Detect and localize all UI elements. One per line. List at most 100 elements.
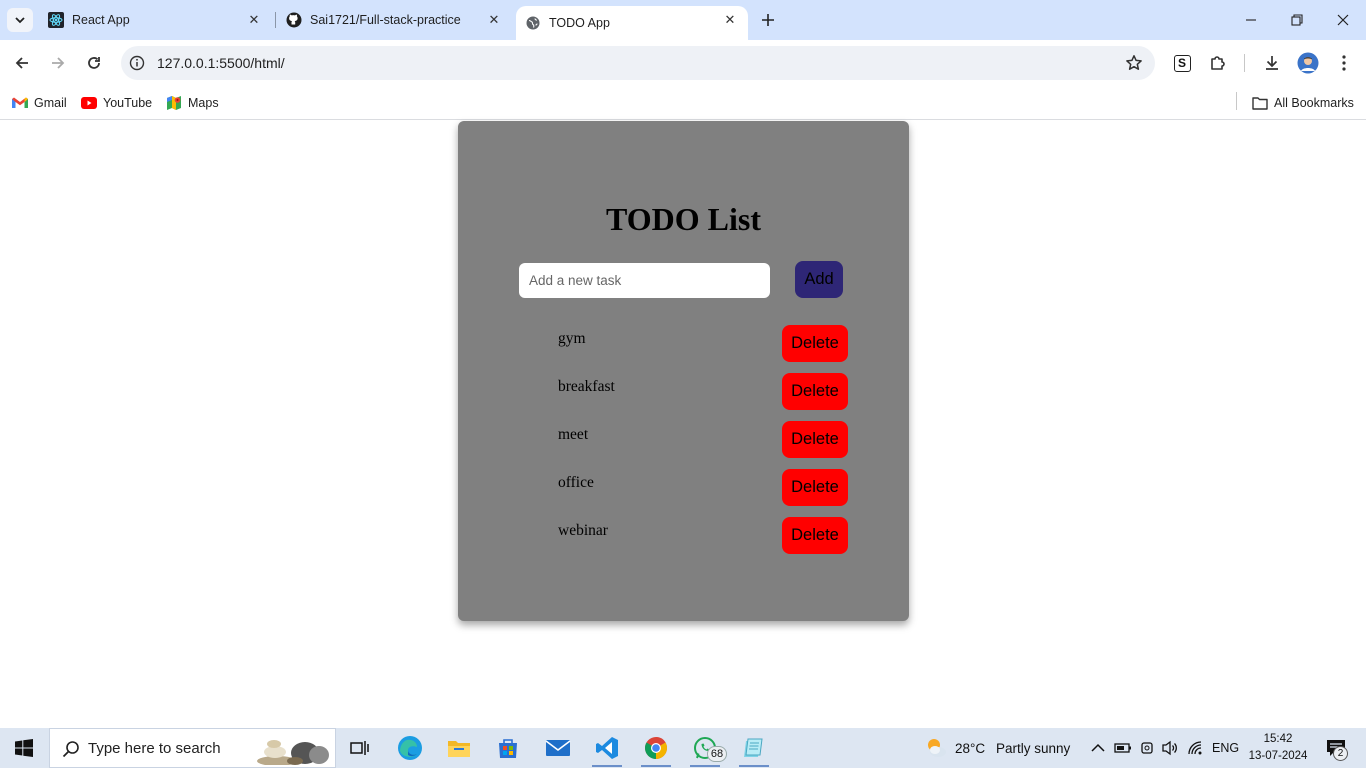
bookmark-gmail[interactable]: Gmail bbox=[12, 93, 67, 113]
globe-icon bbox=[525, 15, 541, 31]
volume-icon[interactable] bbox=[1161, 739, 1179, 757]
minimize-button[interactable] bbox=[1228, 0, 1274, 40]
show-hidden-icons-button[interactable] bbox=[1089, 739, 1107, 757]
extension-s-button[interactable]: S bbox=[1171, 52, 1193, 74]
site-info-icon[interactable] bbox=[129, 55, 145, 71]
search-icon bbox=[62, 741, 79, 758]
vscode-icon bbox=[596, 737, 618, 759]
task-item: office Delete bbox=[458, 469, 909, 506]
clock[interactable]: 15:42 13-07-2024 bbox=[1244, 731, 1312, 765]
bookmark-label: Maps bbox=[188, 96, 219, 110]
weather-temperature[interactable]: 28°C bbox=[955, 728, 985, 768]
todo-card: TODO List Add gym Delete breakfast Delet… bbox=[458, 121, 909, 621]
youtube-icon bbox=[81, 95, 97, 111]
delete-task-button[interactable]: Delete bbox=[782, 373, 848, 410]
taskbar-vscode[interactable] bbox=[584, 728, 630, 768]
puzzle-icon bbox=[1211, 56, 1225, 70]
close-icon bbox=[1337, 14, 1349, 26]
close-tab-icon[interactable]: ✕ bbox=[722, 12, 738, 28]
taskbar-mail[interactable] bbox=[535, 728, 581, 768]
task-label: webinar bbox=[558, 522, 608, 539]
chrome-menu-button[interactable] bbox=[1333, 52, 1355, 74]
delete-task-button[interactable]: Delete bbox=[782, 469, 848, 506]
search-placeholder: Type here to search bbox=[88, 740, 221, 757]
github-icon bbox=[286, 12, 302, 28]
task-item: breakfast Delete bbox=[458, 373, 909, 410]
notification-center-button[interactable]: 2 bbox=[1324, 736, 1348, 761]
new-tab-button[interactable] bbox=[758, 10, 778, 30]
tab-github[interactable]: Sai1721/Full-stack-practice ✕ bbox=[278, 0, 512, 40]
toolbar-divider bbox=[1244, 54, 1245, 72]
add-task-button[interactable]: Add bbox=[795, 261, 843, 298]
start-button[interactable] bbox=[0, 728, 48, 768]
close-tab-icon[interactable]: ✕ bbox=[486, 12, 502, 28]
reload-button[interactable] bbox=[82, 51, 106, 75]
taskbar-file-explorer[interactable] bbox=[436, 728, 482, 768]
reload-icon bbox=[88, 57, 100, 69]
arrow-right-icon bbox=[52, 57, 65, 69]
url-text[interactable]: 127.0.0.1:5500/html/ bbox=[157, 55, 285, 71]
bookmarks-divider bbox=[1236, 92, 1237, 110]
notification-badge: 68 bbox=[707, 746, 727, 762]
tab-todo-app[interactable]: TODO App ✕ bbox=[516, 6, 748, 40]
minimize-icon bbox=[1246, 19, 1256, 21]
tab-separator bbox=[275, 12, 276, 28]
taskbar-whatsapp[interactable]: 68 bbox=[682, 728, 728, 768]
bookmark-youtube[interactable]: YouTube bbox=[81, 93, 152, 113]
taskbar-edge[interactable] bbox=[387, 728, 433, 768]
bookmark-maps[interactable]: Maps bbox=[166, 93, 219, 113]
avatar-icon bbox=[1297, 52, 1319, 74]
input-language[interactable]: ENG bbox=[1212, 728, 1239, 768]
windows-taskbar: Type here to search 68 28°C Partly sunny bbox=[0, 728, 1366, 768]
close-window-button[interactable] bbox=[1320, 0, 1366, 40]
task-label: office bbox=[558, 474, 594, 491]
gmail-icon bbox=[12, 95, 28, 111]
edge-icon bbox=[398, 736, 422, 760]
restore-button[interactable] bbox=[1274, 0, 1320, 40]
task-item: meet Delete bbox=[458, 421, 909, 458]
maps-icon bbox=[166, 95, 182, 111]
taskbar-store[interactable] bbox=[485, 728, 531, 768]
delete-task-button[interactable]: Delete bbox=[782, 517, 848, 554]
taskbar-search-box[interactable]: Type here to search bbox=[49, 728, 336, 768]
chevron-down-icon bbox=[15, 17, 25, 24]
address-bar[interactable]: 127.0.0.1:5500/html/ bbox=[121, 46, 1155, 80]
notification-count-badge: 2 bbox=[1333, 746, 1348, 761]
delete-task-button[interactable]: Delete bbox=[782, 421, 848, 458]
chrome-icon bbox=[645, 737, 667, 759]
task-view-icon bbox=[350, 741, 369, 755]
task-item: gym Delete bbox=[458, 325, 909, 362]
meet-now-icon[interactable] bbox=[1138, 739, 1156, 757]
downloads-button[interactable] bbox=[1261, 52, 1283, 74]
weather-icon[interactable] bbox=[924, 736, 948, 760]
new-task-input[interactable] bbox=[519, 263, 770, 298]
more-vertical-icon bbox=[1342, 55, 1346, 71]
arrow-left-icon bbox=[15, 57, 28, 69]
windows-logo-icon bbox=[15, 739, 33, 757]
extensions-button[interactable] bbox=[1207, 52, 1229, 74]
all-bookmarks-label: All Bookmarks bbox=[1274, 96, 1354, 110]
tab-react-app[interactable]: React App ✕ bbox=[40, 0, 272, 40]
battery-icon[interactable] bbox=[1114, 739, 1132, 757]
forward-button[interactable] bbox=[46, 51, 70, 75]
taskbar-notepad[interactable] bbox=[731, 728, 777, 768]
task-label: gym bbox=[558, 330, 586, 347]
task-view-button[interactable] bbox=[337, 728, 383, 768]
weather-description[interactable]: Partly sunny bbox=[996, 728, 1070, 768]
tab-search-button[interactable] bbox=[7, 8, 33, 32]
task-item: webinar Delete bbox=[458, 517, 909, 554]
store-icon bbox=[499, 739, 517, 758]
delete-task-button[interactable]: Delete bbox=[782, 325, 848, 362]
bookmark-star-icon[interactable] bbox=[1125, 54, 1143, 72]
back-button[interactable] bbox=[10, 51, 34, 75]
network-icon[interactable] bbox=[1187, 739, 1205, 757]
tab-title: React App bbox=[72, 13, 130, 27]
taskbar-chrome[interactable] bbox=[633, 728, 679, 768]
chevron-up-icon bbox=[1091, 743, 1105, 752]
bookmark-label: Gmail bbox=[34, 96, 67, 110]
s-extension-icon: S bbox=[1173, 54, 1191, 72]
react-icon bbox=[48, 12, 64, 28]
close-tab-icon[interactable]: ✕ bbox=[246, 12, 262, 28]
all-bookmarks-button[interactable]: All Bookmarks bbox=[1252, 93, 1354, 113]
profile-button[interactable] bbox=[1297, 52, 1319, 74]
